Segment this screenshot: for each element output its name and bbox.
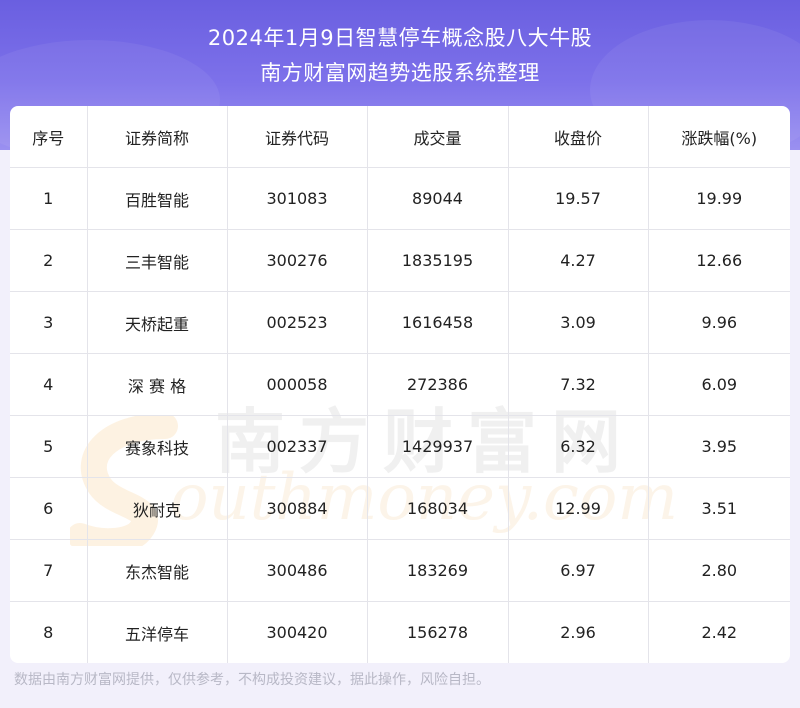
column-header-change: 涨跌幅(%) [648, 106, 790, 168]
page-title: 2024年1月9日智慧停车概念股八大牛股 [207, 26, 593, 50]
column-header-index: 序号 [10, 106, 88, 168]
table-header-row: 序号 证券简称 证券代码 成交量 收盘价 涨跌幅(%) [10, 106, 790, 168]
column-header-close: 收盘价 [508, 106, 649, 168]
cell-index: 6 [10, 477, 88, 540]
cell-close: 6.32 [508, 415, 649, 478]
cell-close: 19.57 [508, 167, 649, 230]
cell-name: 百胜智能 [87, 167, 228, 230]
cell-close: 4.27 [508, 229, 649, 292]
cell-change: 3.95 [648, 415, 790, 478]
cell-close: 12.99 [508, 477, 649, 540]
cell-name: 深 赛 格 [87, 353, 228, 416]
cell-name: 东杰智能 [87, 539, 228, 602]
cell-name: 狄耐克 [87, 477, 228, 540]
table-row: 7 东杰智能 300486 183269 6.97 2.80 [10, 539, 790, 602]
cell-volume: 1616458 [367, 291, 509, 354]
cell-volume: 156278 [367, 601, 509, 663]
cell-index: 5 [10, 415, 88, 478]
cell-change: 2.42 [701, 623, 738, 642]
table-row: 1 百胜智能 301083 89044 19.57 19.99 [10, 167, 790, 230]
cell-change: 3.51 [648, 477, 790, 540]
cell-close: 2.96 [508, 601, 649, 663]
table-row: 5 赛象科技 002337 1429937 6.32 3.95 [10, 415, 790, 478]
cell-volume: 183269 [367, 539, 509, 602]
cell-change: 6.09 [648, 353, 790, 416]
cell-name: 五洋停车 [87, 601, 228, 663]
cell-index: 3 [10, 291, 88, 354]
table-row: 8 五洋停车 300420 156278 2.96 2.42 [10, 601, 790, 663]
cell-code: 301083 [227, 167, 368, 230]
column-header-name: 证券简称 [87, 106, 228, 168]
page-subtitle: 南方财富网趋势选股系统整理 [260, 61, 540, 85]
cell-code: 300486 [227, 539, 368, 602]
cell-change: 19.99 [648, 167, 790, 230]
stock-table-card: 南方财富网 outhmoney.com 序号 证券简称 证券代码 成交量 收盘价… [10, 106, 790, 663]
cell-code: 300884 [227, 477, 368, 540]
cell-change: 2.80 [648, 539, 790, 602]
cell-code: 300276 [227, 229, 368, 292]
cell-name: 天桥起重 [87, 291, 228, 354]
cell-volume: 1835195 [367, 229, 509, 292]
cell-index: 7 [10, 539, 88, 602]
cell-code: 002337 [227, 415, 368, 478]
cell-volume: 168034 [367, 477, 509, 540]
column-header-volume: 成交量 [367, 106, 509, 168]
cell-index: 8 [10, 601, 88, 663]
cell-volume: 89044 [367, 167, 509, 230]
table-row: 2 三丰智能 300276 1835195 4.27 12.66 [10, 229, 790, 292]
cell-index: 1 [10, 167, 88, 230]
cell-close: 7.32 [508, 353, 649, 416]
cell-code: 002523 [227, 291, 368, 354]
cell-close: 6.97 [508, 539, 649, 602]
cell-code: 000058 [227, 353, 368, 416]
table-row: 4 深 赛 格 000058 272386 7.32 6.09 [10, 353, 790, 416]
table-row: 3 天桥起重 002523 1616458 3.09 9.96 [10, 291, 790, 354]
cell-name: 赛象科技 [87, 415, 228, 478]
cell-index: 4 [10, 353, 88, 416]
cell-close: 3.09 [508, 291, 649, 354]
table-row: 6 狄耐克 300884 168034 12.99 3.51 [10, 477, 790, 540]
column-header-code: 证券代码 [227, 106, 368, 168]
cell-change: 12.66 [648, 229, 790, 292]
stock-table: 序号 证券简称 证券代码 成交量 收盘价 涨跌幅(%) 1 百胜智能 30108… [10, 106, 790, 663]
cell-volume: 272386 [367, 353, 509, 416]
cell-index: 2 [10, 229, 88, 292]
cell-code: 300420 [227, 601, 368, 663]
cell-name: 三丰智能 [87, 229, 228, 292]
cell-volume: 1429937 [367, 415, 509, 478]
disclaimer-text: 数据由南方财富网提供，仅供参考，不构成投资建议，据此操作，风险自担。 [14, 672, 490, 688]
cell-change: 9.96 [648, 291, 790, 354]
